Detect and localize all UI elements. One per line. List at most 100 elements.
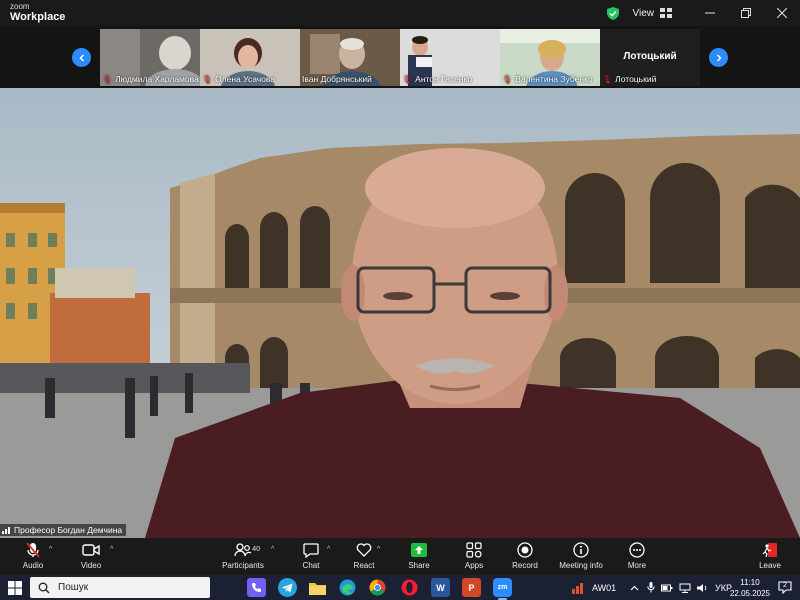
zoom-window: zoom Workplace View 🎙 Людмила Харламова … [0,0,800,600]
brand-small: zoom [10,2,30,11]
more-button[interactable]: More [625,541,649,573]
audio-button[interactable]: Audio [18,541,48,573]
system-tray-app[interactable]: AW01 [572,575,616,600]
video-label: Video [80,561,102,570]
muted-mic-icon: 🎙 [102,74,113,84]
microphone-icon[interactable] [647,582,655,593]
participant-tile[interactable]: 🎙 Олена Усачова [200,29,300,86]
word-letter: W [436,582,445,593]
participant-tile[interactable]: 🎙 Антон Гасенко [400,29,500,86]
apps-icon [466,542,482,558]
gallery-prev-button[interactable] [72,48,91,67]
participant-avatar-name: Лотоцький [623,51,677,62]
clock-date: 22.05.2025 [729,589,770,598]
leave-label: Leave [759,561,781,570]
participant-tile[interactable]: 🎙 Валентина Зубенко [500,29,600,86]
view-button[interactable]: View [633,8,655,19]
signal-bars-icon [2,526,11,534]
record-icon [517,542,533,558]
edge-icon[interactable] [338,578,357,597]
telegram-icon[interactable] [278,578,297,597]
chrome-logo-icon [369,579,386,596]
apps-button[interactable]: Apps [462,541,486,573]
phone-icon [252,583,261,592]
opera-logo-icon [401,579,418,596]
notification-count: 2 [783,582,787,589]
speaker-name: Професор Богдан Демчина [14,525,123,535]
participant-tile[interactable]: Іван Добрянський [300,29,400,86]
muted-mic-icon: 🎙 [602,74,613,84]
volume-icon[interactable] [697,583,709,593]
share-button[interactable]: Share [406,541,432,573]
grid-view-icon[interactable] [660,8,672,18]
windows-start-icon[interactable] [8,581,22,595]
minimize-icon [705,12,715,14]
search-placeholder: Пошук [58,582,89,593]
participants-label: Participants [222,561,264,570]
active-speaker-video[interactable]: Професор Богдан Демчина [0,88,800,538]
video-button[interactable]: Video [76,541,106,573]
browser-icon [339,579,356,596]
record-button[interactable]: Record [510,541,540,573]
shield-icon[interactable] [606,6,619,20]
audio-options-caret[interactable]: ^ [49,546,52,553]
taskbar-search-box[interactable]: Пошук [30,577,210,598]
more-icon [629,542,645,558]
powerpoint-icon[interactable]: P [462,578,481,597]
more-label: More [627,561,647,570]
tray-icons: УКР [630,575,732,600]
network-icon[interactable] [679,583,691,593]
windows-taskbar: Пошук W P zm AW01 УКР 11:10 22.05.2025 2 [0,575,800,600]
tray-app-label: AW01 [592,582,617,593]
speaker-video-feed [0,88,800,538]
leave-button[interactable]: Leave [756,541,784,573]
battery-icon[interactable] [661,583,673,593]
video-camera-icon [82,544,100,556]
meeting-info-button[interactable]: Meeting info [558,541,604,573]
viber-icon[interactable] [247,578,266,597]
chat-label: Chat [302,561,320,570]
participants-options-caret[interactable]: ^ [271,546,274,553]
chat-button[interactable]: Chat [300,541,322,573]
video-options-caret[interactable]: ^ [110,546,113,553]
react-options-caret[interactable]: ^ [377,546,380,553]
word-icon[interactable]: W [431,578,450,597]
minimize-button[interactable] [692,0,728,26]
restore-button[interactable] [728,0,764,26]
chevron-up-icon[interactable] [630,585,639,591]
opera-icon[interactable] [400,578,419,597]
zoom-letters: zm [497,584,508,591]
gallery-next-button[interactable] [709,48,728,67]
participants-count: 40 [252,544,261,553]
audio-label: Audio [22,561,44,570]
participant-tile[interactable]: Лотоцький 🎙 Лотоцький [600,29,700,86]
taskbar-clock[interactable]: 11:10 22.05.2025 [730,577,770,599]
participant-gallery: 🎙 Людмила Харламова 🎙 Олена Усачова Іван Д… [0,26,800,88]
powerpoint-letter: P [468,582,475,593]
clock-time: 11:10 [740,578,760,587]
bar-chart-icon [572,582,583,594]
chrome-icon[interactable] [368,578,387,597]
participant-name: Антон Гасенко [415,74,473,84]
react-button[interactable]: React [352,541,376,573]
muted-mic-icon: 🎙 [502,74,513,84]
paper-plane-icon [282,583,293,592]
notifications-button[interactable]: 2 [778,581,792,595]
muted-mic-icon: 🎙 [202,74,213,84]
speaker-name-label: Професор Богдан Демчина [0,524,127,536]
apps-label: Apps [464,561,484,570]
participant-name: Валентина Зубенко [515,74,593,84]
zoom-logo: zoom Workplace [10,3,65,23]
file-explorer-icon[interactable] [308,578,327,597]
chat-options-caret[interactable]: ^ [327,546,330,553]
zoom-icon[interactable]: zm [493,578,512,600]
brand-main: Workplace [10,11,66,23]
close-button[interactable] [764,0,800,26]
participant-tile[interactable]: 🎙 Людмила Харламова [100,29,200,86]
participant-name: Іван Добрянський [302,74,372,84]
leave-icon [762,543,777,558]
restore-icon [741,8,751,18]
participant-name: Людмила Харламова [115,74,199,84]
folder-icon [309,582,326,595]
title-bar: zoom Workplace View [0,0,800,26]
